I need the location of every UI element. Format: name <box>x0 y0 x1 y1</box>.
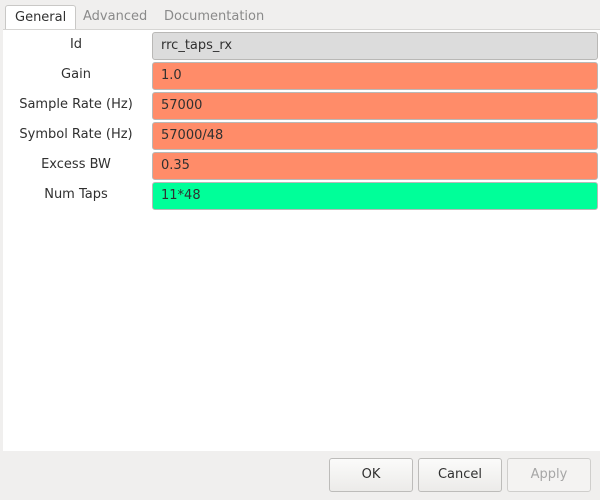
tab-advanced[interactable]: Advanced <box>74 5 156 29</box>
param-field-symbol-rate[interactable]: 57000/48 <box>152 122 598 150</box>
param-label-symbol-rate: Symbol Rate (Hz) <box>19 127 133 142</box>
param-row-sample-rate: Sample Rate (Hz) 57000 <box>3 91 600 121</box>
param-field-num-taps[interactable]: 11*48 <box>152 182 598 210</box>
param-label-gain: Gain <box>61 67 91 82</box>
tab-bar: General Advanced Documentation <box>0 0 600 30</box>
param-label-sample-rate: Sample Rate (Hz) <box>19 97 133 112</box>
param-row-num-taps: Num Taps 11*48 <box>3 181 600 211</box>
param-field-id[interactable]: rrc_taps_rx <box>152 32 598 60</box>
ok-button[interactable]: OK <box>329 458 413 492</box>
param-row-id: Id rrc_taps_rx <box>3 31 600 61</box>
dialog-button-bar: OK Cancel Apply <box>0 451 600 500</box>
param-row-symbol-rate: Symbol Rate (Hz) 57000/48 <box>3 121 600 151</box>
tab-documentation[interactable]: Documentation <box>155 5 273 29</box>
param-label-excess-bw: Excess BW <box>41 157 111 172</box>
param-label-num-taps: Num Taps <box>44 187 108 202</box>
cancel-button[interactable]: Cancel <box>418 458 502 492</box>
param-field-gain[interactable]: 1.0 <box>152 62 598 90</box>
param-field-excess-bw[interactable]: 0.35 <box>152 152 598 180</box>
param-field-sample-rate[interactable]: 57000 <box>152 92 598 120</box>
general-panel: Id rrc_taps_rx Gain 1.0 Sample Rate (Hz)… <box>3 29 600 451</box>
param-row-gain: Gain 1.0 <box>3 61 600 91</box>
param-row-excess-bw: Excess BW 0.35 <box>3 151 600 181</box>
tab-general[interactable]: General <box>5 5 77 30</box>
apply-button: Apply <box>507 458 591 492</box>
param-label-id: Id <box>69 37 83 52</box>
